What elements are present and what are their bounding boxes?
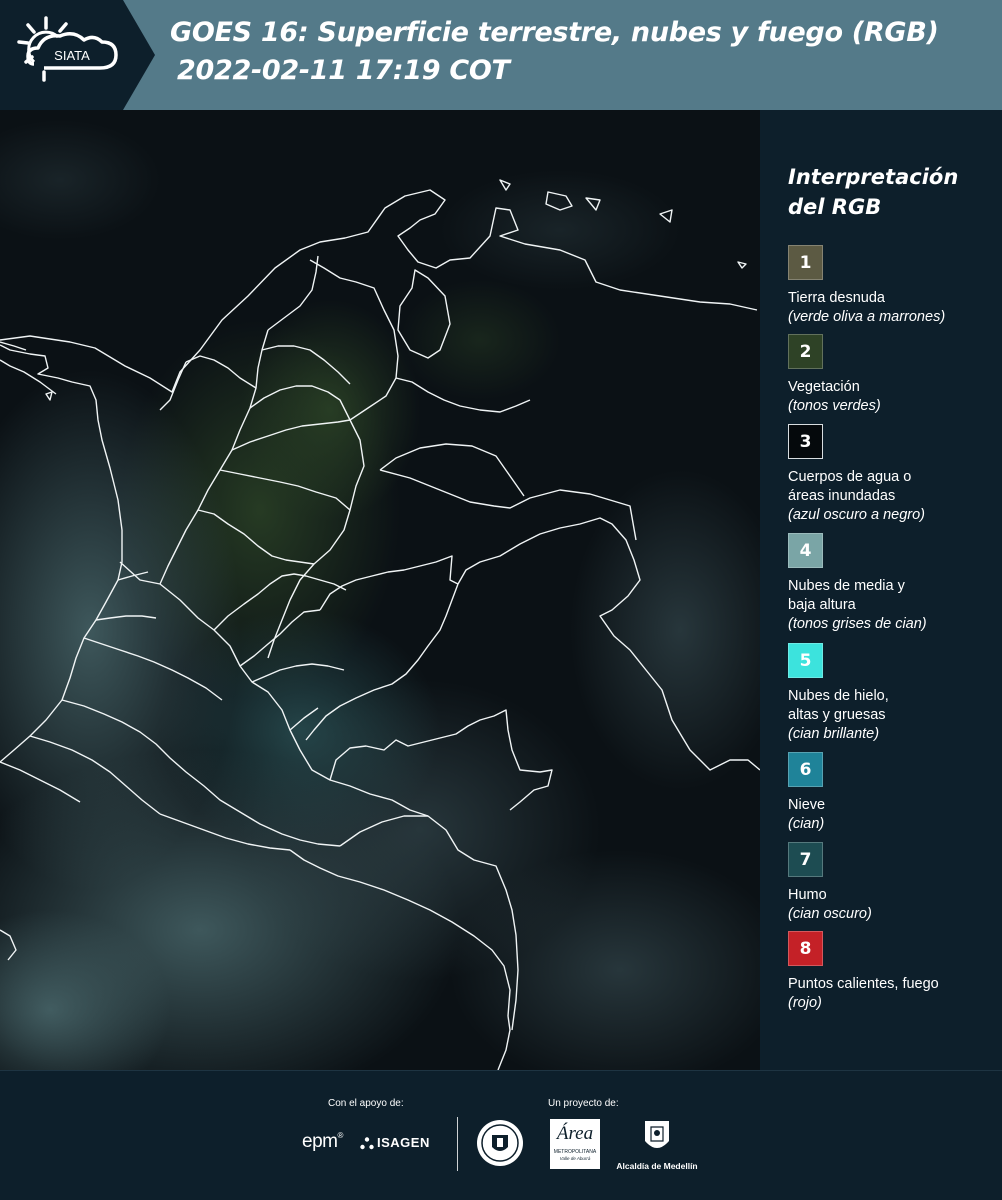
footer-bar: Con el apoyo de: Un proyecto de: epm® IS…: [0, 1070, 1002, 1200]
project-label: Un proyecto de:: [548, 1098, 619, 1109]
alcaldia-logo[interactable]: Alcaldía de Medellín: [612, 1119, 702, 1171]
legend-swatch: 4: [788, 533, 823, 568]
legend-item-fire: 8 Puntos calientes, fuego (rojo): [788, 931, 998, 1013]
legend-label: Puntos calientes, fuego: [788, 976, 939, 992]
legend-swatch: 5: [788, 643, 823, 678]
support-label: Con el apoyo de:: [328, 1098, 404, 1109]
legend-desc: (verde oliva a marrones): [788, 309, 946, 325]
title-line-1: GOES 16: Superficie terrestre, nubes y f…: [170, 17, 939, 48]
legend-panel: Interpretación del RGB 1 Tierra desnuda …: [760, 110, 1002, 1070]
area-subtext: METROPOLITANA: [553, 1149, 597, 1155]
alcaldia-text: Alcaldía de Medellín: [616, 1161, 698, 1171]
legend-desc: (tonos verdes): [788, 398, 881, 414]
logo-text: SIATA: [54, 48, 90, 63]
legend-label: Nubes de hielo,: [788, 688, 889, 704]
legend-desc: (tonos grises de cian): [788, 616, 927, 632]
legend-title: Interpretación del RGB: [788, 162, 958, 222]
area-text: Área: [556, 1123, 594, 1144]
legend-swatch: 2: [788, 334, 823, 369]
medellin-seal-logo[interactable]: [476, 1119, 524, 1172]
legend-label: Tierra desnuda: [788, 290, 885, 306]
legend-label-line-2: baja altura: [788, 597, 856, 613]
header-bar: SIATA GOES 16: Superficie terrestre, nub…: [0, 0, 1002, 110]
title-line-2: 2022-02-11 17:19 COT: [177, 55, 510, 86]
legend-swatch: 6: [788, 752, 823, 787]
legend-label: Nubes de media y: [788, 578, 905, 594]
seal-icon: [477, 1120, 523, 1166]
legend-desc: (cian oscuro): [788, 906, 872, 922]
legend-item-bare-soil: 1 Tierra desnuda (verde oliva a marrones…: [788, 245, 998, 327]
legend-label: Cuerpos de agua o: [788, 469, 912, 485]
legend-desc: (rojo): [788, 995, 822, 1011]
satellite-map[interactable]: [0, 110, 760, 1070]
area-metropolitana-logo[interactable]: Área METROPOLITANA Valle de Aburrá: [550, 1119, 600, 1169]
map-canvas: [0, 110, 760, 1070]
legend-item-water: 3 Cuerpos de agua o áreas inundadas (azu…: [788, 424, 998, 525]
epm-logo[interactable]: epm®: [302, 1131, 343, 1153]
legend-swatch: 1: [788, 245, 823, 280]
legend-title-line-1: Interpretación: [788, 165, 959, 189]
legend-item-snow: 6 Nieve (cian): [788, 752, 998, 834]
legend-label: Humo: [788, 887, 827, 903]
footer-divider: [457, 1117, 458, 1171]
isagen-icon: [360, 1136, 374, 1151]
legend-item-mid-low-clouds: 4 Nubes de media y baja altura (tonos gr…: [788, 533, 998, 634]
legend-item-smoke: 7 Humo (cian oscuro): [788, 842, 998, 924]
legend-desc: (azul oscuro a negro): [788, 507, 926, 523]
legend-label: Nieve: [788, 797, 826, 813]
isagen-text: ISAGEN: [377, 1135, 430, 1150]
legend-desc: (cian): [788, 816, 825, 832]
page-title: GOES 16: Superficie terrestre, nubes y f…: [170, 14, 939, 90]
siata-logo[interactable]: SIATA: [0, 0, 155, 110]
epm-text: epm: [302, 1131, 338, 1152]
legend-swatch: 8: [788, 931, 823, 966]
isagen-logo[interactable]: ISAGEN: [360, 1135, 430, 1151]
legend-label-line-2: altas y gruesas: [788, 707, 886, 723]
legend-title-line-2: del RGB: [788, 195, 882, 219]
legend-swatch: 3: [788, 424, 823, 459]
legend-swatch: 7: [788, 842, 823, 877]
legend-label-line-2: áreas inundadas: [788, 488, 896, 504]
legend-desc: (cian brillante): [788, 726, 880, 742]
coat-of-arms-icon: [645, 1121, 669, 1148]
legend-label: Vegetación: [788, 379, 860, 395]
area-subtext-2: Valle de Aburrá: [559, 1156, 591, 1161]
legend-item-vegetation: 2 Vegetación (tonos verdes): [788, 334, 998, 416]
legend-item-ice-clouds: 5 Nubes de hielo, altas y gruesas (cian …: [788, 643, 998, 744]
